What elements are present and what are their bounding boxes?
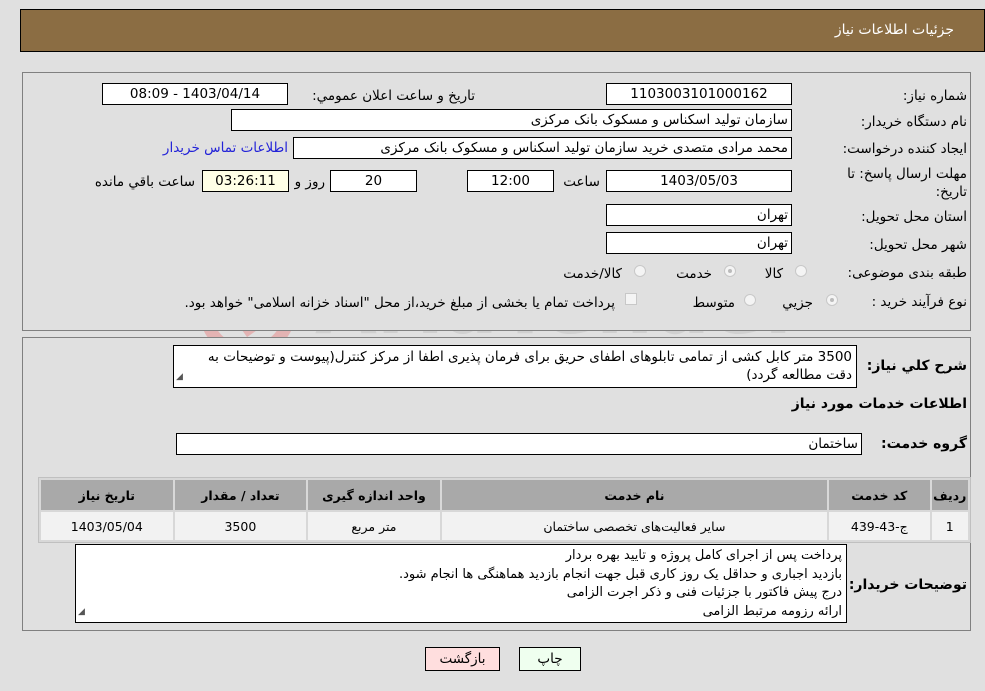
description-label: شرح کلي نیاز: <box>866 358 967 374</box>
remaining-time-field: 03:26:11 <box>202 170 289 192</box>
buyer-notes-label: توضیحات خریدار: <box>848 577 967 593</box>
print-button[interactable]: چاپ <box>519 647 581 671</box>
province-field: تهران <box>606 204 792 226</box>
service-group-label: گروه خدمت: <box>881 436 967 452</box>
table-header-row: ردیف کد خدمت نام خدمت واحد اندازه گیری ت… <box>41 480 968 510</box>
treasury-note: پرداخت تمام یا بخشی از مبلغ خرید،از محل … <box>184 295 615 311</box>
page-title: جزئیات اطلاعات نیاز <box>834 22 954 38</box>
announce-label: تاریخ و ساعت اعلان عمومي: <box>312 88 475 104</box>
cell-row-number: 1 <box>931 512 968 540</box>
col-row-number: ردیف <box>931 480 968 510</box>
col-quantity: تعداد / مقدار <box>174 480 307 510</box>
cell-service-code: ج-43-439 <box>829 512 930 540</box>
category-option-service: خدمت <box>676 266 712 282</box>
deadline-label: مهلت ارسال پاسخ: تا تاریخ: <box>847 166 967 200</box>
description-text: 3500 متر کابل کشی از تمامی تابلوهای اطفا… <box>207 349 852 383</box>
table-row: 1 ج-43-439 سایر فعالیت‌های تخصصی ساختمان… <box>41 512 968 540</box>
need-number-field: 1103003101000162 <box>606 83 792 105</box>
time-label: ساعت <box>563 174 600 190</box>
cell-unit: متر مربع <box>308 512 440 540</box>
category-radio-service[interactable] <box>724 265 736 277</box>
city-field: تهران <box>606 232 792 254</box>
treasury-checkbox[interactable] <box>625 293 637 305</box>
category-option-goods: کالا <box>764 266 783 282</box>
city-label: شهر محل تحویل: <box>869 237 967 253</box>
buyer-note-line: ارائه رزومه مرتبط الزامی <box>702 603 842 619</box>
buyer-note-line: پرداخت پس از اجرای کامل پروژه و تایید به… <box>565 548 842 563</box>
category-label: طبقه بندی موضوعی: <box>847 265 967 281</box>
description-textarea[interactable]: 3500 متر کابل کشی از تمامی تابلوهای اطفا… <box>173 345 857 388</box>
cell-need-date: 1403/05/04 <box>41 512 173 540</box>
creator-label: ایجاد کننده درخواست: <box>842 141 967 157</box>
cell-quantity: 3500 <box>174 512 307 540</box>
process-label: نوع فرآیند خرید : <box>871 294 967 310</box>
process-radio-medium[interactable] <box>744 294 756 306</box>
buyer-contact-link[interactable]: اطلاعات تماس خریدار <box>163 140 288 156</box>
buyer-notes-textarea[interactable]: پرداخت پس از اجرای کامل پروژه و تایید به… <box>75 544 847 623</box>
process-radio-minor[interactable] <box>826 294 838 306</box>
resize-grip-icon[interactable]: ◢ <box>176 368 183 386</box>
service-group-field: ساختمان <box>176 433 862 455</box>
services-section-title: اطلاعات خدمات مورد نیاز <box>791 396 967 412</box>
resize-grip-icon[interactable]: ◢ <box>78 603 85 622</box>
col-need-date: تاریخ نیاز <box>41 480 173 510</box>
buyer-org-label: نام دستگاه خریدار: <box>860 114 967 130</box>
creator-field: محمد مرادی متصدی خرید سازمان تولید اسکنا… <box>293 137 792 159</box>
back-button[interactable]: بازگشت <box>425 647 500 671</box>
col-unit: واحد اندازه گیری <box>308 480 440 510</box>
remaining-label: ساعت باقي مانده <box>94 174 195 190</box>
process-option-minor: جزيي <box>782 295 813 311</box>
days-label: روز و <box>294 174 325 190</box>
buyer-note-line: بازدید اجباری و حداقل یک روز کاری قبل جه… <box>398 566 842 582</box>
process-option-medium: متوسط <box>692 295 735 311</box>
col-service-name: نام خدمت <box>441 480 828 510</box>
need-number-label: شماره نیاز: <box>902 88 967 104</box>
deadline-time-field: 12:00 <box>467 170 554 192</box>
category-option-goods-service: کالا/خدمت <box>563 266 622 282</box>
announce-date-field: 1403/04/14 - 08:09 <box>102 83 288 105</box>
category-radio-goods-service[interactable] <box>634 265 646 277</box>
page-header: جزئیات اطلاعات نیاز <box>20 9 985 52</box>
cell-service-name: سایر فعالیت‌های تخصصی ساختمان <box>441 512 828 540</box>
category-radio-goods[interactable] <box>795 265 807 277</box>
buyer-note-line: درج پیش فاکتور با جزئیات فنی و ذکر اجرت … <box>566 585 842 600</box>
days-field: 20 <box>330 170 417 192</box>
services-table: ردیف کد خدمت نام خدمت واحد اندازه گیری ت… <box>38 477 971 543</box>
deadline-date-field: 1403/05/03 <box>606 170 792 192</box>
col-service-code: کد خدمت <box>829 480 930 510</box>
buyer-org-field: سازمان تولید اسکناس و مسکوک بانک مرکزی <box>231 109 792 131</box>
province-label: استان محل تحویل: <box>861 209 967 225</box>
